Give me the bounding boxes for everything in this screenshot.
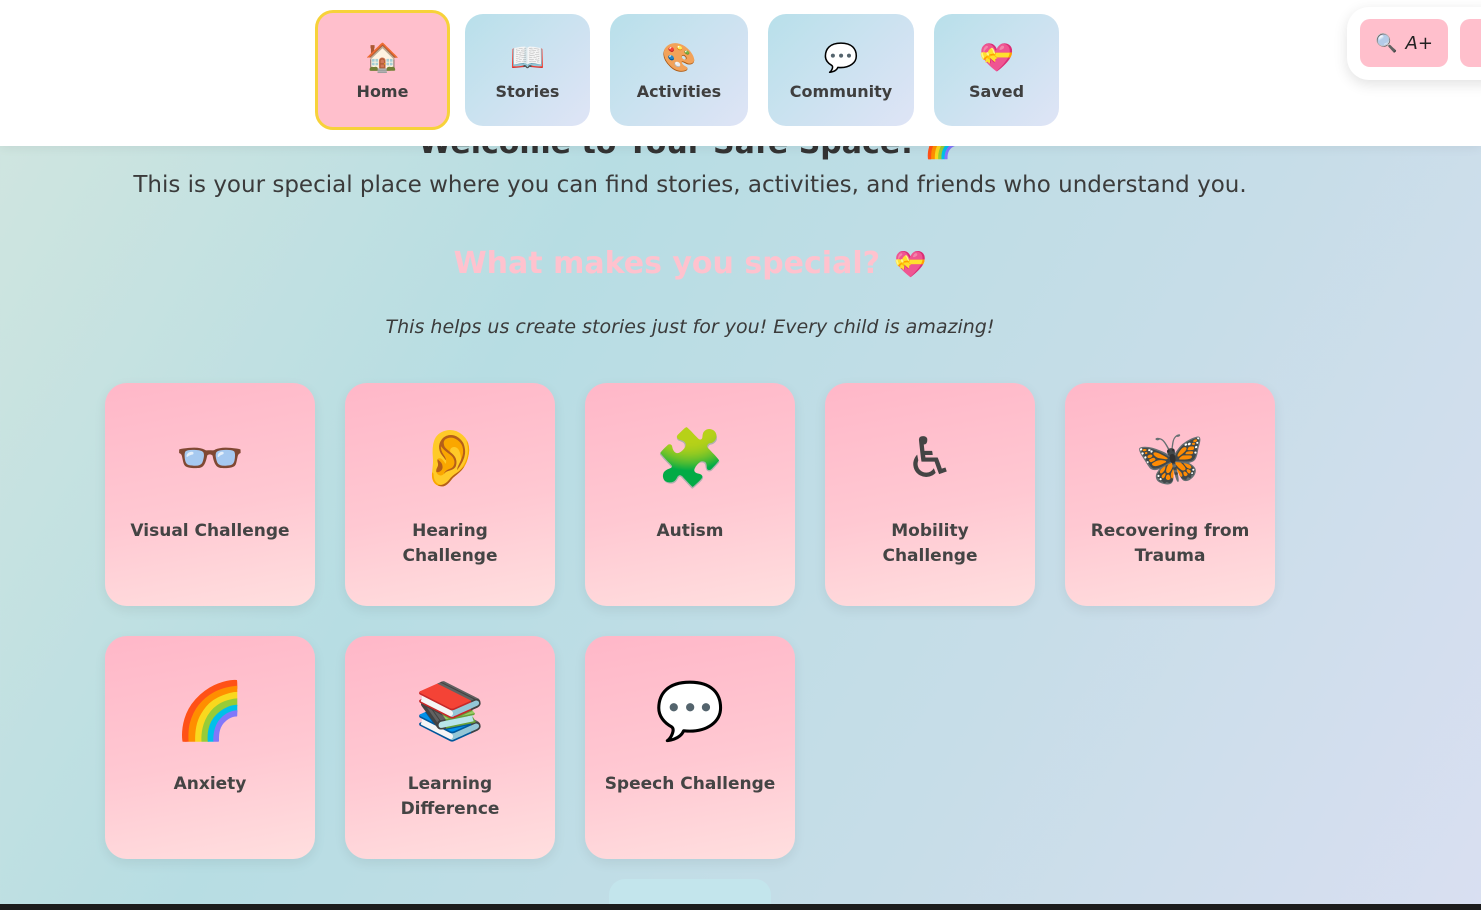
accessibility-toolbar: 🔍 A+	[1347, 7, 1481, 80]
special-section-title: What makes you special? 💝	[0, 246, 1380, 281]
text-zoom-button[interactable]: 🔍 A+	[1360, 19, 1448, 67]
nav-home-label: Home	[356, 81, 409, 101]
card-label: Anxiety	[173, 774, 247, 794]
nav-stories-button[interactable]: 📖 Stories	[465, 14, 590, 126]
house-icon: 🏠	[365, 40, 400, 74]
nav-home-button[interactable]: 🏠 Home	[315, 10, 450, 130]
intro-text: This is your special place where you can…	[133, 172, 1247, 198]
card-autism[interactable]: 🧩 Autism	[585, 383, 795, 606]
heart-gift-icon: 💝	[979, 40, 1014, 74]
card-label: Learning Difference	[400, 774, 500, 819]
open-book-icon: 📖	[510, 40, 545, 74]
glasses-icon: 👓	[175, 426, 245, 491]
card-visual-challenge[interactable]: 👓 Visual Challenge	[105, 383, 315, 606]
nav-community-label: Community	[789, 81, 893, 101]
wheelchair-icon: ♿	[904, 426, 956, 491]
rainbow-icon: 🌈	[175, 679, 245, 744]
card-label: Recovering from Trauma	[1090, 521, 1250, 566]
card-mobility-challenge[interactable]: ♿ Mobility Challenge	[825, 383, 1035, 606]
card-learning-difference[interactable]: 📚 Learning Difference	[345, 636, 555, 859]
palette-icon: 🎨	[661, 40, 697, 74]
card-label: Mobility Challenge	[882, 521, 978, 566]
special-section-subtitle: This helps us create stories just for yo…	[385, 316, 995, 338]
nav-saved-label: Saved	[968, 81, 1025, 101]
nav-community-button[interactable]: 💬 Community	[768, 14, 914, 126]
ear-icon: 👂	[415, 426, 485, 491]
nav-saved-button[interactable]: 💝 Saved	[934, 14, 1059, 126]
text-zoom-label: A+	[1405, 32, 1433, 54]
nav-activities-label: Activities	[636, 81, 722, 101]
nav-activities-button[interactable]: 🎨 Activities	[610, 14, 748, 126]
card-label: Hearing Challenge	[402, 521, 498, 566]
magnifier-icon: 🔍	[1375, 32, 1398, 54]
heart-gift-icon: 💝	[894, 250, 927, 280]
card-speech-challenge[interactable]: 💬 Speech Challenge	[585, 636, 795, 859]
butterfly-icon: 🦋	[1135, 426, 1205, 491]
top-navigation-bar: 🏠 Home 📖 Stories 🎨 Activities 💬 Communit…	[0, 0, 1481, 146]
toolbar-extra-button[interactable]	[1460, 19, 1481, 67]
books-icon: 📚	[415, 679, 485, 744]
card-anxiety[interactable]: 🌈 Anxiety	[105, 636, 315, 859]
puzzle-piece-icon: 🧩	[655, 426, 725, 491]
speech-bubble-icon: 💬	[823, 40, 859, 74]
window-bottom-edge	[0, 904, 1481, 910]
card-label: Speech Challenge	[604, 774, 776, 794]
special-title-text: What makes you special?	[453, 246, 881, 281]
nav-stories-label: Stories	[495, 81, 560, 101]
card-label: Visual Challenge	[130, 521, 290, 541]
card-recovering-from-trauma[interactable]: 🦋 Recovering from Trauma	[1065, 383, 1275, 606]
speech-bubble-icon: 💬	[655, 679, 725, 744]
card-label: Autism	[656, 521, 724, 541]
card-hearing-challenge[interactable]: 👂 Hearing Challenge	[345, 383, 555, 606]
